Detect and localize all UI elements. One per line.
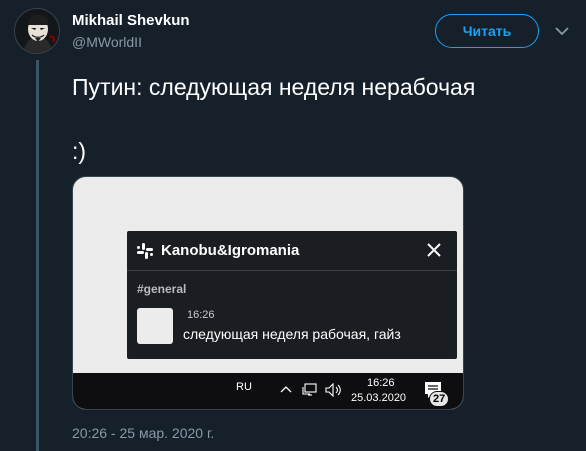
author-handle[interactable]: @MWorldII [72,34,142,50]
slack-channel: #general [137,282,187,296]
follow-button[interactable]: Читать [435,14,539,48]
taskbar-clock-time[interactable]: 16:26 [367,377,395,389]
slack-logo-icon [137,242,153,259]
tweet-media-image[interactable]: Kanobu&Igromania #general 16:26 следующа… [72,176,464,410]
message-avatar [137,308,173,344]
slack-notification-header: Kanobu&Igromania [127,231,457,271]
taskbar-clock-date[interactable]: 25.03.2020 [351,392,406,404]
tweet-timestamp[interactable]: 20:26 - 25 мар. 2020 г. [72,425,214,441]
author-avatar[interactable] [14,8,60,54]
windows-taskbar: RU 16:26 25.03.2020 27 [73,373,463,409]
author-name[interactable]: Mikhail Shevkun [72,12,190,29]
chevron-down-icon[interactable] [553,22,571,40]
close-icon[interactable] [425,241,443,259]
anonymous-mask-avatar-icon [15,9,59,53]
message-time: 16:26 [187,309,215,321]
slack-notification[interactable]: Kanobu&Igromania #general 16:26 следующа… [127,231,457,359]
slack-workspace-name: Kanobu&Igromania [161,242,300,259]
message-text: следующая неделя рабочая, гайз [183,326,401,342]
thread-line [36,60,39,451]
tweet-text: Путин: следующая неделя нерабочая [72,74,476,100]
volume-icon[interactable] [325,383,343,397]
tweet-text-smiley: :) [72,138,87,164]
language-indicator[interactable]: RU [236,381,252,393]
notification-count-badge: 27 [429,391,450,407]
network-icon[interactable] [302,383,318,397]
chevron-up-icon[interactable] [280,384,292,394]
